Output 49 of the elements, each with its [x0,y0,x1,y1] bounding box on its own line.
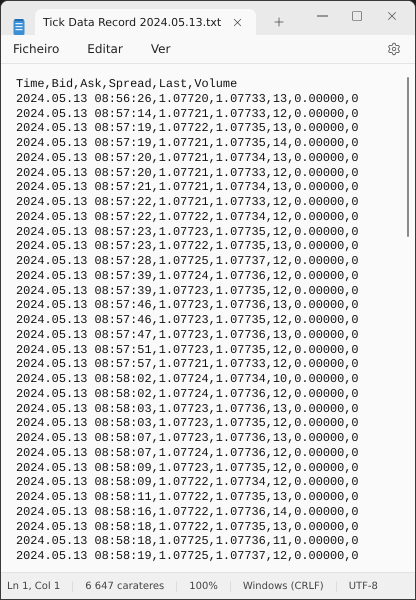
status-item: 6 647 carateres [72,580,176,592]
plus-icon [272,15,286,29]
text-line: Time,Bid,Ask,Spread,Last,Volume [16,77,238,92]
text-line: 2024.05.13 08:58:09,1.07722,1.07734,12,0.00000,0 [16,475,360,490]
menu-item[interactable]: Ver [150,38,170,60]
text-line: 2024.05.13 08:58:03,1.07723,1.07736,13,0.00000,0 [16,402,360,416]
text-line: 2024.05.13 08:57:22,1.07722,1.07734,12,0.00000,0 [16,210,360,224]
text-line: 2024.05.13 08:57:22,1.07721,1.07733,12,0.00000,0 [16,195,360,210]
text-line: 2024.05.13 08:57:39,1.07724,1.07736,12,0.00000,0 [16,268,360,284]
document-tab[interactable]: Tick Data Record 2024.05.13.txt [35,9,256,35]
text-line: 2024.05.13 08:57:23,1.07723,1.07735,12,0.00000,0 [16,224,360,240]
text-line: 2024.05.13 08:58:09,1.07723,1.07735,12,0.00000,0 [16,460,360,476]
menu-item[interactable]: Editar [87,38,123,60]
text-line: 2024.05.13 08:58:07,1.07724,1.07736,12,0.00000,0 [16,446,360,460]
settings-icon [387,42,401,56]
menu-item[interactable]: Ficheiro [13,38,60,60]
text-line: 2024.05.13 08:57:19,1.07722,1.07735,13,0.00000,0 [16,121,360,136]
status-item: 100% [176,580,230,592]
text-line: 2024.05.13 08:56:26,1.07720,1.07733,13,0.00000,0 [16,92,360,106]
text-line: 2024.05.13 08:57:21,1.07721,1.07734,13,0.00000,0 [16,180,360,195]
scrollbar-thumb[interactable] [407,77,409,237]
text-line: 2024.05.13 08:57:51,1.07723,1.07735,12,0.00000,0 [16,342,360,358]
maximize-icon [351,10,363,22]
text-line: 2024.05.13 08:58:07,1.07723,1.07736,13,0.00000,0 [16,431,360,446]
text-line: 2024.05.13 08:58:02,1.07724,1.07734,10,0.00000,0 [16,372,360,387]
text-line: 2024.05.13 08:58:02,1.07724,1.07736,12,0.00000,0 [16,386,360,402]
text-line: 2024.05.13 08:57:14,1.07721,1.07733,12,0.00000,0 [16,106,360,122]
notepad-icon [13,19,25,35]
tab-title: Tick Data Record 2024.05.13.txt [43,16,222,28]
text-line: 2024.05.13 08:57:39,1.07723,1.07735,12,0.00000,0 [16,284,360,298]
text-line: 2024.05.13 08:58:18,1.07725,1.07736,11,0.00000,0 [16,534,360,549]
text-line: 2024.05.13 08:57:47,1.07723,1.07736,13,0.00000,0 [16,328,360,342]
text-line: 2024.05.13 08:57:23,1.07722,1.07735,13,0.00000,0 [16,239,360,254]
status-item: Windows (CRLF) [230,580,336,592]
text-line: 2024.05.13 08:57:46,1.07723,1.07736,13,0.00000,0 [16,298,360,313]
text-line: 2024.05.13 08:57:19,1.07721,1.07735,14,0.00000,0 [16,136,360,151]
text-line: 2024.05.13 08:57:28,1.07725,1.07737,12,0.00000,0 [16,254,360,269]
text-line: 2024.05.13 08:57:46,1.07723,1.07735,12,0.00000,0 [16,313,360,328]
status-item: UTF-8 [336,580,390,592]
status-item: Ln 1, Col 1 [7,580,62,592]
text-line: 2024.05.13 08:58:18,1.07722,1.07735,13,0.00000,0 [16,520,360,534]
text-line: 2024.05.13 08:57:57,1.07721,1.07733,12,0.00000,0 [16,357,360,372]
text-line: 2024.05.13 08:57:20,1.07721,1.07734,13,0.00000,0 [16,150,360,166]
minimize-icon [317,15,328,17]
text-line: 2024.05.13 08:58:16,1.07722,1.07736,14,0.00000,0 [16,504,360,520]
text-line: 2024.05.13 08:58:03,1.07723,1.07735,12,0.00000,0 [16,416,360,431]
text-line: 2024.05.13 08:58:11,1.07722,1.07735,13,0.00000,0 [16,490,360,505]
text-line: 2024.05.13 08:58:19,1.07725,1.07737,12,0.00000,0 [16,549,360,564]
text-line: 2024.05.13 08:57:20,1.07721,1.07733,12,0.00000,0 [16,166,360,180]
